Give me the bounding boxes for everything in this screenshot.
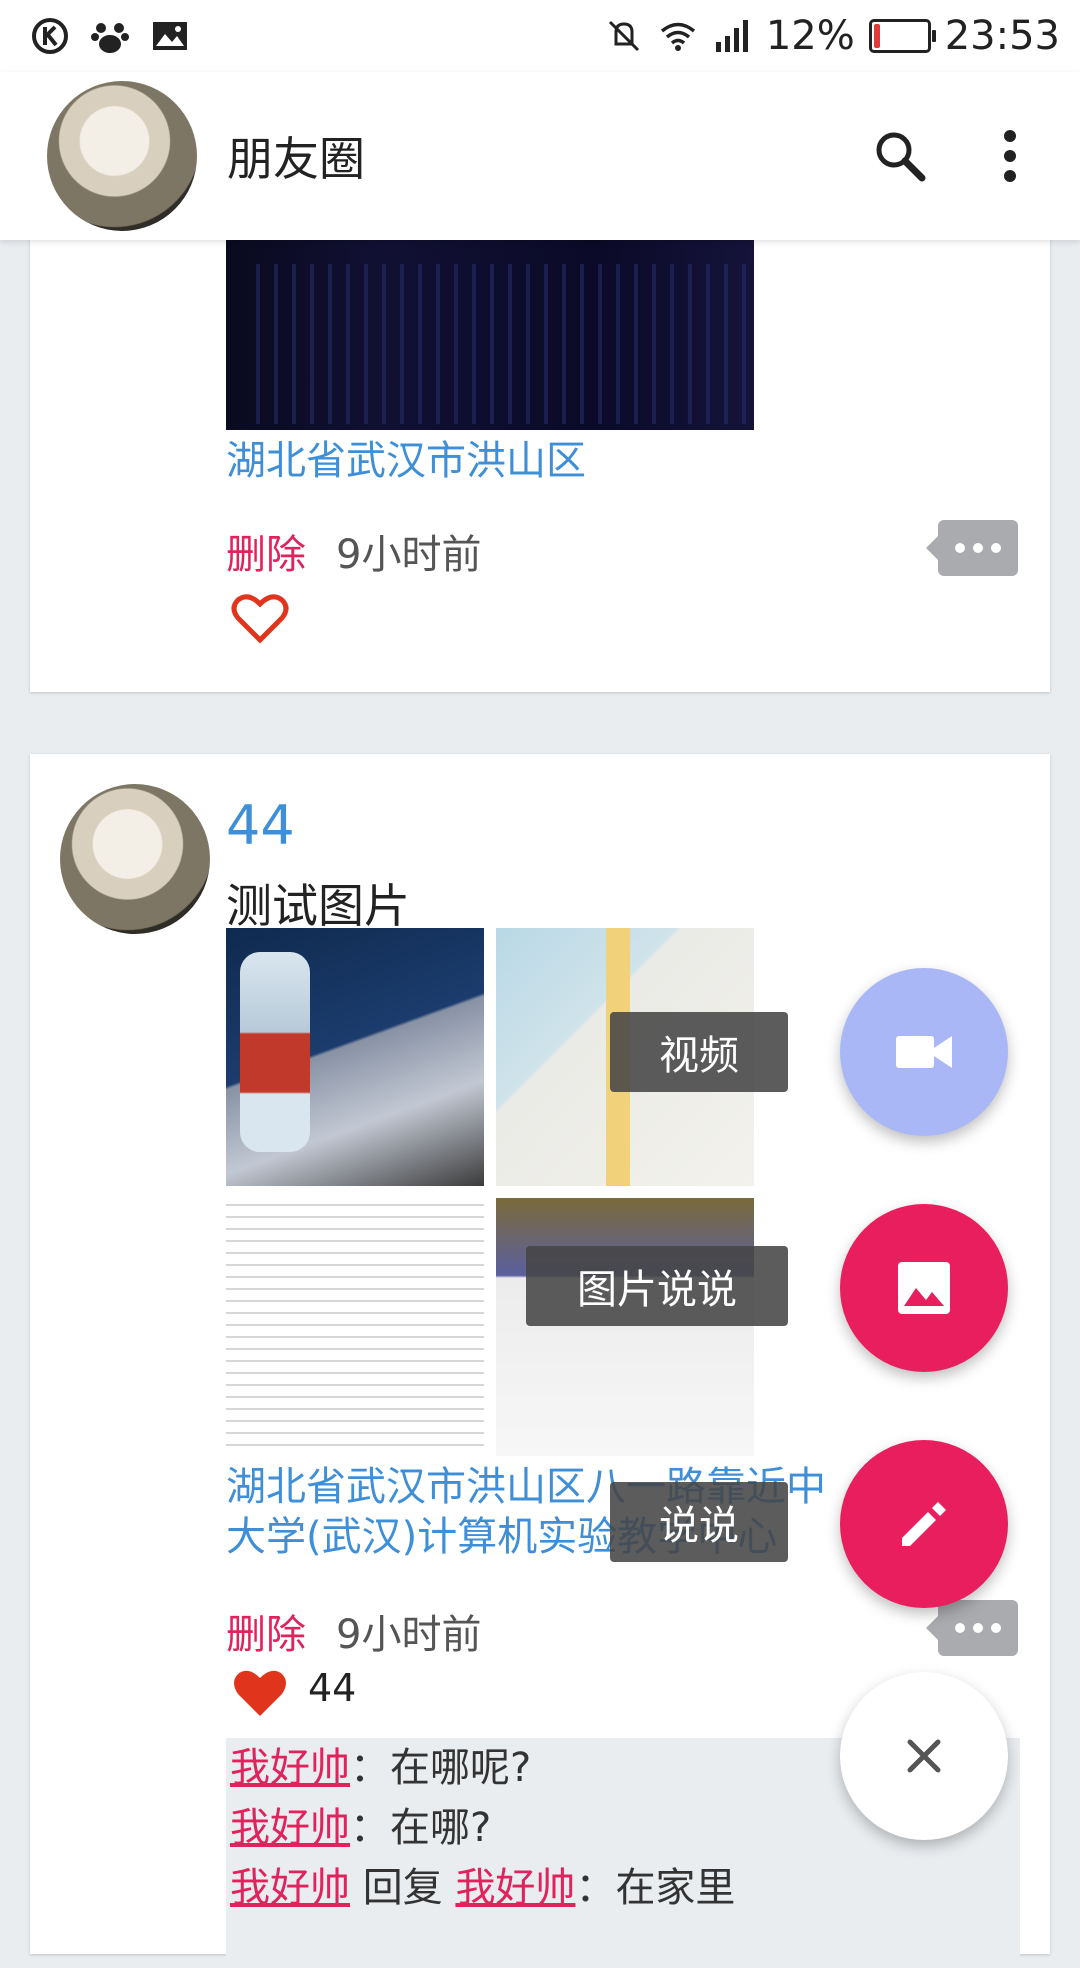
post-meta: 删除 9小时前 [226, 1602, 481, 1660]
comment-more-button[interactable] [926, 520, 1018, 576]
status-bar: 12% 23:53 [0, 0, 1080, 72]
author-avatar[interactable] [60, 784, 210, 934]
post-author[interactable]: 44 [226, 794, 295, 857]
image-icon [898, 1262, 950, 1314]
fab-label-video[interactable]: 视频 [610, 1012, 788, 1092]
more-vert-icon [1004, 130, 1016, 182]
baidu-paw-icon [91, 23, 129, 53]
video-fab-button[interactable] [840, 968, 1008, 1136]
app-bar: 朋友圈 [0, 72, 1080, 240]
post-card: 湖北省武汉市洪山区 删除 9小时前 [30, 200, 1050, 692]
comment-separator: ： [350, 1805, 390, 1851]
grid-image[interactable] [226, 1198, 484, 1456]
comment-text: 在哪呢? [390, 1745, 532, 1791]
clock: 23:53 [944, 13, 1060, 59]
bottle-graphic [240, 952, 310, 1152]
image-grid [226, 928, 754, 1458]
close-icon [907, 1739, 941, 1773]
comment-item[interactable]: 我好帅 回复 我好帅：在家里 [226, 1858, 1020, 1918]
comment-more-button[interactable] [926, 1600, 1018, 1656]
post-location[interactable]: 湖北省武汉市洪山区 [226, 436, 586, 486]
search-icon [876, 132, 926, 182]
comment-user[interactable]: 我好帅 [230, 1745, 350, 1791]
comment-text: 在哪? [390, 1805, 492, 1851]
battery-percent: 12% [765, 13, 855, 59]
grid-image[interactable] [496, 1198, 754, 1456]
wifi-icon [660, 22, 695, 51]
heart-filled-icon[interactable] [230, 1662, 290, 1722]
fab-label-image-post[interactable]: 图片说说 [526, 1246, 788, 1326]
reply-target-user[interactable]: 我好帅 [455, 1865, 575, 1911]
pencil-icon [902, 1502, 946, 1546]
comment-user[interactable]: 我好帅 [230, 1865, 350, 1911]
comment-user[interactable]: 我好帅 [230, 1805, 350, 1851]
like-users[interactable]: 44 [308, 1666, 356, 1710]
comment-separator: ： [575, 1865, 616, 1911]
comment-separator: ： [350, 1745, 390, 1791]
mute-icon [608, 20, 639, 52]
post-time: 9小时前 [336, 532, 482, 578]
overflow-menu-button[interactable] [970, 116, 1050, 196]
delete-link[interactable]: 删除 [226, 1602, 306, 1660]
image-icon [153, 22, 187, 50]
text-post-fab-button[interactable] [840, 1440, 1008, 1608]
close-fab-button[interactable] [840, 1672, 1008, 1840]
k-app-icon [32, 18, 68, 54]
videocam-icon [896, 1036, 952, 1068]
page-title: 朋友圈 [227, 132, 365, 186]
search-button[interactable] [860, 116, 940, 196]
battery-level [873, 24, 880, 48]
post-time: 9小时前 [336, 1612, 482, 1658]
fab-label-text-post[interactable]: 说说 [610, 1482, 788, 1562]
battery-icon [868, 19, 936, 53]
post-image[interactable] [226, 240, 754, 430]
image-post-fab-button[interactable] [840, 1204, 1008, 1372]
post-text: 测试图片 [226, 879, 410, 933]
reply-word: 回复 [362, 1865, 443, 1911]
user-avatar[interactable] [47, 81, 197, 231]
signal-icon [715, 20, 748, 52]
grid-image[interactable] [226, 928, 484, 1186]
post-meta: 删除 9小时前 [226, 522, 481, 580]
delete-link[interactable]: 删除 [226, 522, 306, 580]
dots-icon [955, 1623, 1001, 1633]
comment-text: 在家里 [615, 1865, 736, 1911]
heart-outline-icon[interactable] [230, 588, 290, 648]
dots-icon [955, 543, 1001, 553]
